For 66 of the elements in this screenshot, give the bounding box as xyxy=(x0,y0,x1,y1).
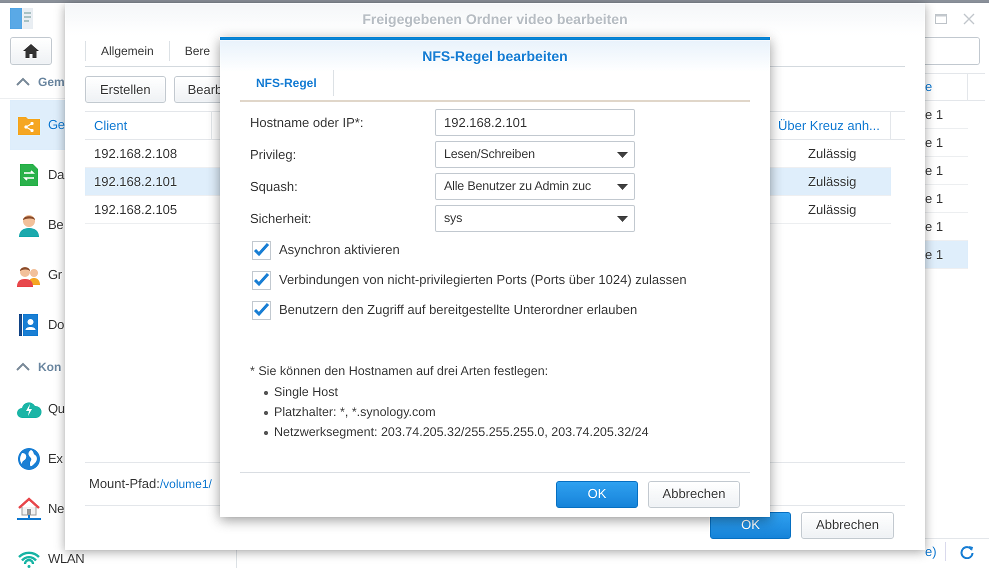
tab[interactable]: NFS-Regel xyxy=(240,70,334,96)
table-cell-text: 192.168.2.108 xyxy=(93,144,178,163)
field-label: Squash: xyxy=(250,178,299,196)
table-cell-text: 192.168.2.101 xyxy=(93,172,178,191)
checkbox[interactable] xyxy=(252,270,271,290)
note-text: Platzhalter: *, *.synology.com xyxy=(274,404,436,422)
mount-path-label: Mount-Pfad: xyxy=(89,475,160,494)
app-logo-icon xyxy=(10,8,33,29)
dropdown[interactable]: Lesen/Schreiben xyxy=(435,141,635,168)
cancel-button[interactable]: Abbrechen xyxy=(801,512,894,538)
sidebar-item[interactable]: Gr xyxy=(10,250,65,300)
field-label: Sicherheit: xyxy=(250,210,312,228)
note-text: Netzwerksegment: 203.74.205.32/255.255.255.0, 203.74.205.32/24 xyxy=(274,424,649,442)
table-cell-text: Zulässig xyxy=(808,200,858,219)
field-label: Hostname oder IP*: xyxy=(250,114,364,132)
caret-icon[interactable] xyxy=(16,362,30,372)
checkbox[interactable] xyxy=(252,240,271,260)
sidebar-item[interactable]: WLAN xyxy=(10,534,84,568)
hostname-field[interactable]: 192.168.2.101 xyxy=(435,109,635,136)
sidebar-item[interactable]: Qu xyxy=(10,384,65,434)
dropdown-arrow-icon xyxy=(617,216,628,222)
window-title: Freigegebenen Ordner video bearbeiten xyxy=(362,10,628,29)
checkbox-label: Asynchron aktivieren xyxy=(279,241,400,260)
caret-icon[interactable] xyxy=(16,77,30,87)
table-cell-text: Zulässig xyxy=(808,144,858,163)
home-button[interactable] xyxy=(10,37,52,65)
sidebar-item[interactable]: Be xyxy=(10,200,65,250)
sidebar-item[interactable]: Ex xyxy=(10,434,65,484)
dropdown-arrow-icon xyxy=(617,152,628,158)
column-header[interactable]: Client xyxy=(94,116,128,136)
bullet-icon xyxy=(264,430,268,435)
note-text: * Sie können den Hostnamen auf drei Arten festlegen: xyxy=(250,363,550,380)
house-network-icon xyxy=(16,497,42,521)
globe-icon xyxy=(16,447,42,471)
table-cell-text: Zulässig xyxy=(808,172,858,191)
bullet-icon xyxy=(264,390,268,395)
list-row[interactable]: e 1 xyxy=(925,241,968,269)
note-text: Single Host xyxy=(274,384,338,402)
table-cell-text: 192.168.2.105 xyxy=(93,200,178,219)
cancel-button[interactable]: Abbrechen xyxy=(648,480,740,508)
sidebar-item[interactable]: Ge xyxy=(10,100,65,150)
tab[interactable]: Allgemein xyxy=(85,40,170,60)
shared-folder-icon xyxy=(16,114,42,136)
mount-path-value: /volume1/ xyxy=(160,476,212,493)
dropdown[interactable]: sys xyxy=(435,205,635,232)
dropdown[interactable]: Alle Benutzer zu Admin zuc xyxy=(435,173,635,200)
checkbox-label: Benutzern den Zugriff auf bereitgestellte Unterordner erlauben xyxy=(279,301,638,320)
refresh-icon[interactable] xyxy=(960,544,974,558)
dropdown-arrow-icon xyxy=(617,184,628,190)
dialog-title: NFS-Regel bearbeiten xyxy=(422,46,568,66)
section-header: Kon xyxy=(38,359,62,376)
checkbox[interactable] xyxy=(252,300,271,320)
search-field[interactable] xyxy=(925,37,980,65)
column-header[interactable]: Über Kreuz anh... xyxy=(778,116,880,136)
section-header: Gem xyxy=(38,74,65,91)
column-header[interactable]: e xyxy=(925,77,932,97)
toolbar-button[interactable]: Erstellen xyxy=(85,76,166,103)
user-icon xyxy=(16,213,42,237)
bullet-icon xyxy=(264,410,268,415)
field-label: Privileg: xyxy=(250,146,298,164)
sidebar-item[interactable]: Do xyxy=(10,300,65,350)
sidebar-item[interactable]: Da xyxy=(10,150,65,200)
wifi-icon xyxy=(16,550,42,568)
sidebar-item[interactable]: Ne xyxy=(10,484,65,534)
checkbox-label: Verbindungen von nicht-privilegierten Ports (Ports über 1024) zulassen xyxy=(279,271,687,290)
home-icon xyxy=(22,43,40,59)
